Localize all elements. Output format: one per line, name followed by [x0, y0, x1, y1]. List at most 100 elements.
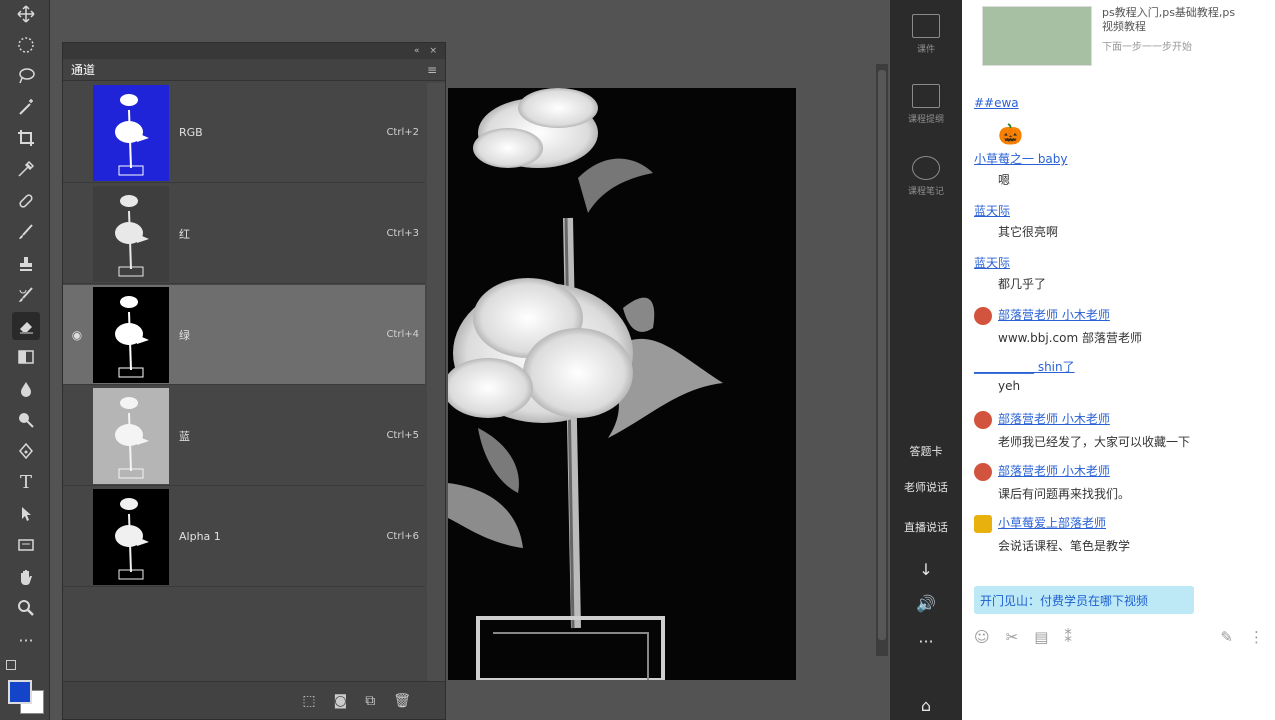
scrollbar-thumb[interactable]	[878, 70, 886, 640]
chat-message: 小草莓爱上部落老师 会说话课程、笔色是教学	[974, 514, 1264, 554]
brush-icon[interactable]	[12, 218, 40, 246]
save-selection-icon[interactable]: ◙	[334, 693, 348, 709]
course-notes-button[interactable]: 课程笔记	[890, 156, 962, 197]
default-colors-icon[interactable]	[6, 660, 16, 670]
lasso-icon[interactable]	[12, 62, 40, 90]
chat-username[interactable]: 部落营老师 小木老师	[974, 410, 1264, 429]
zoom-icon[interactable]	[12, 594, 40, 622]
path-select-icon[interactable]	[12, 500, 40, 528]
hand-icon[interactable]	[12, 563, 40, 591]
answer-card-link[interactable]: 答题卡	[890, 443, 962, 459]
message-text: 其它很亮啊	[998, 225, 1059, 239]
history-brush-icon[interactable]	[12, 281, 40, 309]
chat-username[interactable]: 小草莓爱上部落老师	[974, 514, 1264, 533]
canvas-vertical-scrollbar[interactable]	[876, 64, 888, 656]
new-channel-icon[interactable]: ⧉	[365, 693, 375, 709]
user-avatar	[974, 462, 992, 481]
chat-toolbar: ☺ ✂ ▤ ⁑ ✎ ⋮	[974, 628, 1264, 652]
edit-icon[interactable]: ✎	[1220, 628, 1233, 652]
channel-row[interactable]: 蓝 Ctrl+5	[63, 386, 425, 486]
delete-channel-icon[interactable]: 🗑	[393, 693, 411, 709]
username-text[interactable]: 部落营老师 小木老师	[998, 308, 1110, 322]
username-text[interactable]: 小草莓爱上部落老师	[998, 516, 1106, 530]
crop-icon[interactable]	[12, 124, 40, 152]
magic-wand-icon[interactable]	[12, 93, 40, 121]
visibility-eye-icon[interactable]: ◉	[63, 328, 91, 342]
channel-row[interactable]: 红 Ctrl+3	[63, 184, 425, 284]
move-icon[interactable]	[12, 0, 40, 28]
chat-username[interactable]: 部落营老师 小木老师	[974, 462, 1264, 481]
channel-thumbnail[interactable]	[93, 185, 169, 282]
chat-username[interactable]: 蓝天际	[974, 254, 1264, 271]
more-options-icon[interactable]: ···	[890, 632, 962, 651]
close-panel-icon[interactable]: ×	[429, 46, 437, 56]
load-selection-icon[interactable]: ⬚	[302, 693, 315, 709]
channel-row[interactable]: RGB Ctrl+2	[63, 83, 425, 183]
username-text[interactable]: 蓝天际	[974, 204, 1010, 218]
blur-icon[interactable]	[12, 375, 40, 403]
download-icon[interactable]: ↓	[890, 560, 962, 579]
channel-shortcut: Ctrl+6	[386, 531, 419, 542]
marquee-icon[interactable]	[12, 31, 40, 59]
channel-name: Alpha 1	[179, 530, 221, 543]
username-text[interactable]: __________ shin了	[974, 360, 1075, 374]
channel-shortcut: Ctrl+5	[386, 430, 419, 441]
related-video-card[interactable]: ps教程入门,ps基础教程,ps视频教程 下面一步一一步开始	[982, 6, 1252, 70]
more-icon[interactable]: ···	[12, 626, 40, 654]
user-avatar	[974, 306, 992, 325]
chat-more-icon[interactable]: ⋮	[1249, 628, 1264, 652]
flower-gift-icon[interactable]: ⁑	[1064, 628, 1072, 652]
username-text[interactable]: 部落营老师 小木老师	[998, 412, 1110, 426]
stamp-icon[interactable]	[12, 250, 40, 278]
channel-row[interactable]: ◉ 绿 Ctrl+4	[63, 285, 425, 385]
chat-panel: ps教程入门,ps基础教程,ps视频教程 下面一步一一步开始 ##ewa 🎃 小草莓…	[962, 0, 1275, 720]
eyedropper-icon[interactable]	[12, 155, 40, 183]
channel-shortcut: Ctrl+3	[386, 228, 419, 239]
channel-thumbnail[interactable]	[93, 387, 169, 484]
message-text: 老师我已经发了，大家可以收藏一下	[998, 434, 1191, 449]
pinned-notice[interactable]: 开门见山：付费学员在哪下视频	[974, 586, 1194, 614]
chat-username[interactable]: 部落营老师 小木老师	[974, 306, 1264, 325]
chat-message: 部落营老师 小木老师 www.bbj.com 部落营老师	[974, 306, 1264, 346]
video-thumbnail[interactable]	[982, 6, 1092, 66]
channel-thumbnail[interactable]	[93, 488, 169, 585]
foreground-color-swatch[interactable]	[8, 680, 32, 704]
username-text[interactable]: ##ewa	[974, 96, 1019, 110]
collapse-panel-icon[interactable]: «	[414, 46, 420, 56]
chat-message: 🎃	[974, 118, 1264, 146]
video-title[interactable]: ps教程入门,ps基础教程,ps视频教程	[1102, 6, 1242, 34]
channel-row[interactable]: Alpha 1 Ctrl+6	[63, 487, 425, 587]
chat-username[interactable]: ##ewa	[974, 96, 1264, 110]
live-talk-link[interactable]: 直播说话	[890, 519, 962, 535]
chat-username[interactable]: 蓝天际	[974, 202, 1264, 219]
scissors-icon[interactable]: ✂	[1006, 628, 1019, 652]
teacher-talk-link[interactable]: 老师说话	[890, 479, 962, 495]
channel-thumbnail[interactable]	[93, 286, 169, 383]
eraser-icon[interactable]	[12, 312, 40, 340]
healing-icon[interactable]	[12, 187, 40, 215]
tab-channels[interactable]: 通道	[71, 61, 95, 78]
chat-username[interactable]: __________ shin了	[974, 358, 1264, 375]
panel-scrollbar[interactable]	[427, 83, 445, 683]
emoji-icon[interactable]: ☺	[974, 628, 990, 652]
home-icon[interactable]: ⌂	[890, 696, 962, 715]
image-icon[interactable]: ▤	[1034, 628, 1048, 652]
username-text[interactable]: 蓝天际	[974, 256, 1010, 270]
chat-username[interactable]: 小草莓之一 baby	[974, 150, 1264, 167]
dodge-icon[interactable]	[12, 406, 40, 434]
gradient-icon[interactable]	[12, 343, 40, 371]
rectangle-icon[interactable]	[12, 531, 40, 559]
pen-icon[interactable]	[12, 437, 40, 465]
username-text[interactable]: 部落营老师 小木老师	[998, 464, 1110, 478]
document-image[interactable]	[448, 88, 796, 680]
panel-menu-icon[interactable]: ≡	[427, 63, 437, 77]
tools-toolbar: T ···	[0, 0, 50, 720]
chat-message: 部落营老师 小木老师 课后有问题再来找我们。	[974, 462, 1264, 502]
course-outline-button[interactable]: 课程提纲	[890, 84, 962, 125]
username-text[interactable]: 小草莓之一 baby	[974, 152, 1068, 166]
notes-icon	[912, 156, 940, 180]
courseware-button[interactable]: 课件	[890, 14, 962, 55]
type-icon[interactable]: T	[12, 468, 40, 496]
volume-icon[interactable]: 🔊	[890, 594, 962, 613]
channel-thumbnail[interactable]	[93, 84, 169, 181]
